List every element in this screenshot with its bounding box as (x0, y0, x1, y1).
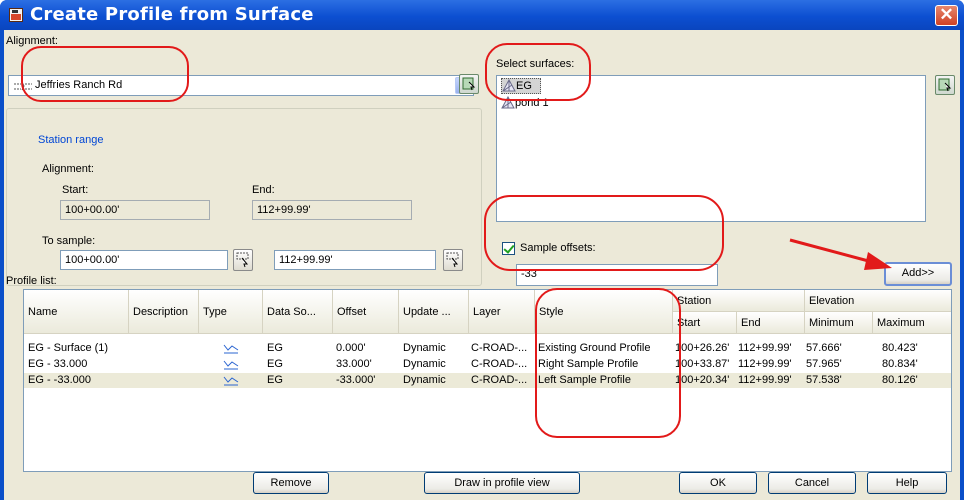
select-from-drawing-icon (938, 78, 952, 92)
close-button[interactable]: ✕ (935, 5, 958, 26)
profile-type-icon (223, 360, 239, 370)
cell-data-source: EG (267, 358, 283, 370)
cell-elevation-min: 57.538' (806, 374, 842, 386)
col-header-description-label: Description (133, 305, 189, 318)
cell-elevation-max: 80.423' (882, 342, 918, 354)
col-header-offset[interactable]: Offset (333, 290, 399, 334)
cell-elevation-max: 80.126' (882, 374, 918, 386)
red-arrow-annotation (789, 238, 892, 270)
col-header-elevation-max[interactable]: Maximum (873, 312, 951, 334)
cell-update: Dynamic (403, 358, 446, 370)
cell-station-start: 100+26.26' (675, 342, 730, 354)
civil3d-app-icon (9, 8, 23, 22)
red-highlight-surfaces (485, 43, 591, 101)
col-header-layer-label: Layer (473, 305, 501, 318)
col-header-station-end-label: End (741, 316, 761, 329)
station-range-title: Station range (36, 134, 106, 146)
pick-alignment-button[interactable] (459, 74, 479, 94)
draw-in-profile-view-button[interactable]: Draw in profile view (424, 472, 580, 494)
profile-list-label: Profile list: (6, 275, 57, 287)
table-row[interactable]: EG - 33.000 EG 33.000' Dynamic C-ROAD-..… (24, 357, 951, 372)
table-row[interactable]: EG - -33.000 EG -33.000' Dynamic C-ROAD-… (24, 373, 951, 388)
dialog-window: Create Profile from Surface ✕ Alignment:… (0, 0, 964, 500)
col-header-station-end[interactable]: End (737, 312, 805, 334)
end-station-value: 112+99.99' (252, 200, 412, 220)
pick-start-station-button[interactable] (233, 249, 253, 271)
start-label: Start: (62, 184, 89, 196)
red-highlight-sample-offsets (484, 195, 724, 271)
col-header-elevation: Elevation (805, 290, 951, 312)
cell-station-end: 112+99.99' (738, 342, 792, 354)
end-label: End: (252, 184, 275, 196)
col-header-type[interactable]: Type (199, 290, 263, 334)
profile-type-icon (223, 344, 239, 354)
cell-station-start: 100+33.87' (675, 358, 730, 370)
cell-name: EG - -33.000 (28, 374, 91, 386)
cell-station-end: 112+99.99' (738, 358, 792, 370)
cell-offset: 0.000' (336, 342, 366, 354)
col-header-elevation-max-label: Maximum (877, 316, 925, 329)
cell-elevation-min: 57.666' (806, 342, 842, 354)
cell-station-start: 100+20.34' (675, 374, 730, 386)
cell-layer: C-ROAD-... (471, 358, 528, 370)
start-station-value: 100+00.00' (60, 200, 210, 220)
pick-surface-button[interactable] (935, 75, 955, 95)
cell-layer: C-ROAD-... (471, 374, 528, 386)
dialog-title: Create Profile from Surface (30, 4, 314, 25)
remove-button[interactable]: Remove (253, 472, 329, 494)
cell-name: EG - Surface (1) (28, 342, 109, 354)
col-header-update[interactable]: Update ... (399, 290, 469, 334)
help-button[interactable]: Help (867, 472, 947, 494)
cell-layer: C-ROAD-... (471, 342, 528, 354)
cell-data-source: EG (267, 342, 283, 354)
pick-end-station-button[interactable] (443, 249, 463, 271)
cell-data-source: EG (267, 374, 283, 386)
col-header-name-label: Name (28, 305, 58, 318)
cell-name: EG - 33.000 (28, 358, 88, 370)
table-row[interactable]: EG - Surface (1) EG 0.000' Dynamic C-ROA… (24, 341, 951, 356)
cell-update: Dynamic (403, 342, 446, 354)
col-header-description[interactable]: Description (129, 290, 199, 334)
profile-type-icon (223, 376, 239, 386)
col-header-layer[interactable]: Layer (469, 290, 535, 334)
red-highlight-style-column (535, 288, 681, 438)
col-header-data-source-label: Data So... (267, 305, 316, 318)
cell-elevation-max: 80.834' (882, 358, 918, 370)
sample-start-input[interactable]: 100+00.00' (60, 250, 228, 270)
col-header-station-label: Station (677, 294, 712, 307)
col-header-offset-label: Offset (337, 305, 367, 318)
red-highlight-alignment (21, 46, 189, 102)
ok-button[interactable]: OK (679, 472, 757, 494)
to-sample-label: To sample: (42, 235, 96, 247)
cancel-button[interactable]: Cancel (768, 472, 856, 494)
col-header-update-label: Update ... (403, 305, 451, 318)
col-header-type-label: Type (203, 305, 227, 318)
title-bar[interactable]: Create Profile from Surface ✕ (0, 0, 964, 30)
col-header-elevation-label: Elevation (809, 294, 855, 307)
col-header-elevation-min-label: Minimum (809, 316, 854, 329)
cell-update: Dynamic (403, 374, 446, 386)
cell-station-end: 112+99.99' (738, 374, 792, 386)
col-header-data-source[interactable]: Data So... (263, 290, 333, 334)
col-header-elevation-min[interactable]: Minimum (805, 312, 873, 334)
sample-end-input[interactable]: 112+99.99' (274, 250, 436, 270)
cell-elevation-min: 57.965' (806, 358, 842, 370)
station-alignment-label: Alignment: (42, 163, 94, 175)
select-from-drawing-icon (462, 77, 476, 91)
profile-list-grid[interactable]: Name Description Type Data So... Offset … (23, 289, 952, 472)
col-header-station: Station (673, 290, 805, 312)
cell-offset: 33.000' (336, 358, 372, 370)
col-header-station-start[interactable]: Start (673, 312, 737, 334)
cell-offset: -33.000' (336, 374, 376, 386)
col-header-name[interactable]: Name (24, 290, 129, 334)
pick-station-icon (236, 252, 249, 268)
pick-station-icon (446, 252, 459, 268)
